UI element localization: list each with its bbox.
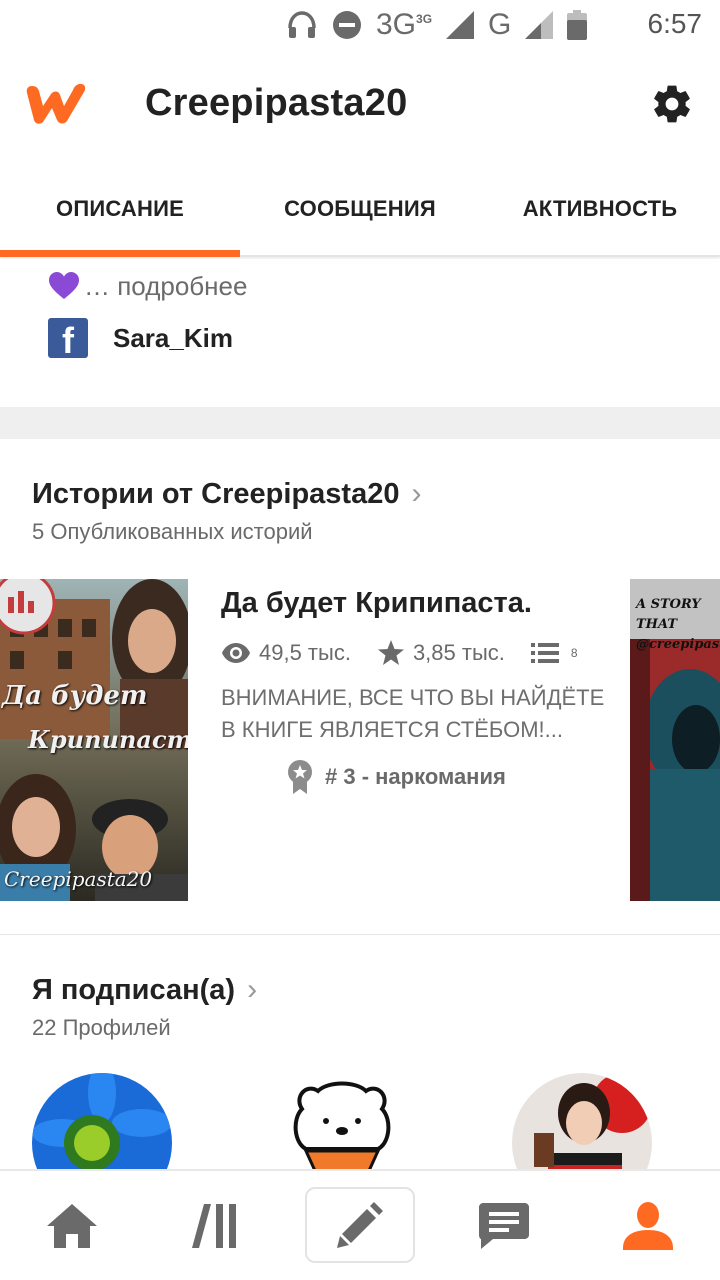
- section-divider: [0, 407, 720, 439]
- parts-stat: 8: [530, 642, 578, 664]
- stories-header[interactable]: Истории от Creepipasta20 ›: [32, 477, 421, 511]
- cover-title-line2: Крипипаста: [28, 725, 188, 754]
- chevron-right-icon: ›: [411, 477, 422, 510]
- list-icon: [530, 643, 559, 663]
- wattpad-logo[interactable]: [24, 78, 90, 128]
- rank-label: # 3 - наркомания: [325, 764, 506, 789]
- facebook-icon: f: [48, 318, 88, 361]
- cover-next-text: A STORY THAT @creepipasta: [636, 597, 720, 652]
- story-cover[interactable]: Да будет Крипипаста Creepipasta20: [0, 579, 188, 901]
- network-indicator-1: 3G3G: [376, 8, 433, 41]
- cover-title-line1: Да будет: [2, 681, 148, 711]
- profile-icon: [623, 1201, 673, 1250]
- nav-library[interactable]: [144, 1171, 288, 1280]
- pencil-icon: [337, 1202, 383, 1248]
- profile-tabs: ОПИСАНИЕ СООБЩЕНИЯ АКТИВНОСТЬ: [0, 160, 720, 257]
- avatar[interactable]: [272, 1073, 412, 1170]
- chevron-right-icon: ›: [247, 973, 258, 1006]
- avatar[interactable]: [512, 1073, 652, 1170]
- nav-profile[interactable]: [576, 1171, 720, 1280]
- tab-messages[interactable]: СООБЩЕНИЯ: [240, 160, 480, 257]
- bottom-navigation: [0, 1169, 720, 1280]
- messages-icon: [479, 1202, 529, 1249]
- votes-count: 3,85 тыс.: [412, 640, 505, 665]
- following-section: Я подписан(а) › 22 Профилей: [0, 935, 720, 1170]
- profile-description: … подробнее f Sara_Kim: [0, 259, 720, 407]
- cover-author: Creepipasta20: [4, 867, 153, 891]
- facebook-link[interactable]: f Sara_Kim: [48, 317, 233, 361]
- stories-title: Истории от Creepipasta20: [32, 477, 400, 510]
- eye-icon: [222, 643, 250, 663]
- status-bar: 3G3G G 6:57: [0, 0, 720, 50]
- clock: 6:57: [647, 8, 703, 39]
- page-title: Creepipasta20: [145, 82, 408, 124]
- stories-section: Истории от Creepipasta20 › 5 Опубликован…: [0, 439, 720, 935]
- avatar-image: [512, 1073, 652, 1170]
- gear-icon[interactable]: [650, 82, 694, 126]
- story-description: ВНИМАНИЕ, ВСЕ ЧТО ВЫ НАЙДЁТЕ В КНИГЕ ЯВЛ…: [221, 685, 605, 742]
- read-more-label: … подробнее: [84, 270, 248, 301]
- avatar-image: [272, 1073, 412, 1170]
- home-icon: [47, 1203, 97, 1248]
- story-stats: 49,5 тыс. 3,85 тыс. 8: [221, 638, 621, 668]
- do-not-disturb-icon: [333, 11, 361, 39]
- app-header: Creepipasta20: [0, 50, 720, 160]
- following-title: Я подписан(а): [32, 973, 236, 1006]
- library-icon: [192, 1203, 236, 1248]
- story-cover-next[interactable]: A STORY THAT @creepipasta: [630, 579, 720, 901]
- votes-stat: 3,85 тыс.: [377, 640, 505, 666]
- reads-stat: 49,5 тыс.: [221, 640, 351, 666]
- star-icon: [377, 640, 404, 665]
- headphones-icon: [288, 11, 316, 38]
- heart-icon: [49, 272, 79, 299]
- story-card[interactable]: Да будет Крипипаста. 49,5 тыс. 3,85 тыс.: [221, 579, 621, 794]
- signal-icon-2: [525, 11, 554, 39]
- read-more-link[interactable]: … подробнее: [48, 269, 247, 303]
- active-tab-indicator: [0, 250, 240, 257]
- avatar-image: [32, 1073, 172, 1170]
- story-rank: # 3 - наркомания: [287, 760, 621, 794]
- network-indicator-2: G: [488, 8, 512, 41]
- nav-messages[interactable]: [432, 1171, 576, 1280]
- story-title: Да будет Крипипаста.: [221, 587, 532, 619]
- parts-count: 8: [570, 646, 578, 660]
- status-icons: 3G3G G: [286, 6, 588, 44]
- stories-count: 5 Опубликованных историй: [32, 519, 313, 544]
- tab-activity[interactable]: АКТИВНОСТЬ: [480, 160, 720, 257]
- battery-icon: [567, 10, 588, 40]
- following-header[interactable]: Я подписан(а) ›: [32, 973, 257, 1007]
- following-count: 22 Профилей: [32, 1015, 171, 1040]
- signal-icon: [446, 11, 475, 39]
- nav-home[interactable]: [0, 1171, 144, 1280]
- tab-description[interactable]: ОПИСАНИЕ: [0, 160, 240, 257]
- reads-count: 49,5 тыс.: [259, 640, 351, 665]
- facebook-name: Sara_Kim: [113, 322, 233, 353]
- nav-write[interactable]: [305, 1187, 415, 1263]
- ribbon-badge-icon: [288, 760, 312, 794]
- avatar[interactable]: [32, 1073, 172, 1170]
